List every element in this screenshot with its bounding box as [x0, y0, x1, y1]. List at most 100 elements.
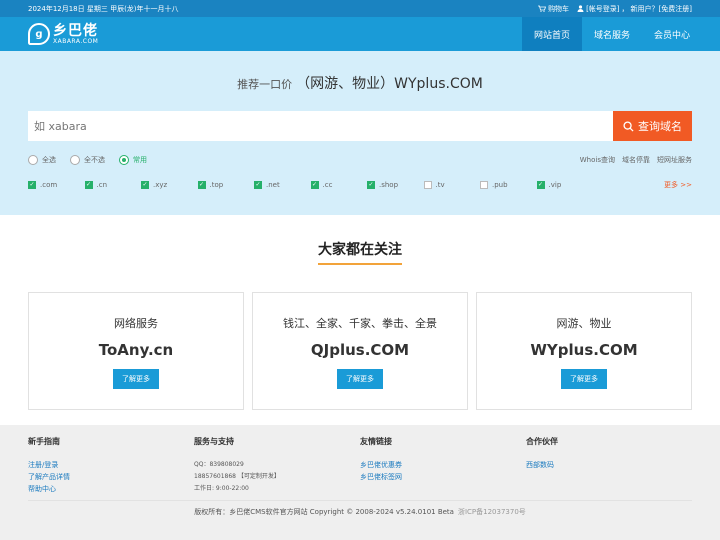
tld-checkbox[interactable]: .pub	[480, 181, 537, 189]
domain-search-input[interactable]	[28, 111, 613, 141]
icp-link[interactable]: 浙ICP备12037370号	[458, 508, 526, 516]
checkmark-icon: ✓	[84, 181, 93, 189]
footer-heading: 新手指南	[28, 437, 60, 446]
logo-icon: ɡ	[28, 23, 50, 45]
footer-link[interactable]: 乡巴佬优惠券	[360, 459, 526, 471]
tld-label: .cc	[322, 181, 333, 189]
checkmark-icon: ✓	[197, 181, 206, 189]
search-button-label: 查询域名	[638, 120, 682, 133]
date-text: 2024年12月18日 星期三 甲辰(龙)年十一月十八	[28, 4, 179, 13]
support-phone: 18857601868 【可定制开发】	[194, 473, 280, 480]
featured-card: 网游、物业 WYplus.COM 了解更多	[476, 292, 692, 410]
radio-label: 全选	[42, 156, 56, 164]
footer-link[interactable]: 注册/登录	[28, 459, 194, 471]
checkmark-icon: ✓	[254, 181, 262, 189]
copyright: 版权所有：乡巴佬CMS软件官方网站 Copyright © 2008-2024 …	[0, 507, 720, 517]
checkmark-icon: ✓	[367, 181, 375, 189]
checkmark-icon: ✓	[28, 181, 36, 189]
logo-text: 乡巴佬	[53, 22, 98, 39]
domain-parking-link[interactable]: 域名停靠	[622, 155, 650, 165]
card-title: 网游、物业	[556, 317, 612, 330]
footer-heading: 友情链接	[360, 437, 392, 446]
card-domain[interactable]: ToAny.cn	[29, 341, 243, 359]
top-bar: 2024年12月18日 星期三 甲辰(龙)年十一月十八 购物车 [帐号登录]， …	[0, 0, 720, 17]
tld-label: .pub	[492, 181, 508, 189]
tld-checkbox[interactable]: ✓ .cn	[84, 181, 142, 189]
tld-label: .shop	[379, 181, 399, 189]
footer-col-partners: 合作伙伴 西部数码	[526, 436, 692, 495]
more-tlds-link[interactable]: 更多 >>	[664, 180, 692, 190]
support-qq: QQ：839808029	[194, 461, 244, 468]
headline-prefix: 推荐一口价	[237, 78, 293, 91]
user-icon	[577, 5, 584, 12]
learn-more-button[interactable]: 了解更多	[561, 369, 607, 389]
featured-card: 网络服务 ToAny.cn 了解更多	[28, 292, 244, 410]
footer: 新手指南 注册/登录 了解产品详情 帮助中心 服务与支持 QQ：83980802…	[0, 425, 720, 540]
checkmark-icon: ✓	[141, 181, 149, 189]
footer-col-guide: 新手指南 注册/登录 了解产品详情 帮助中心	[28, 436, 194, 495]
radio-common[interactable]: 常用	[119, 155, 147, 165]
tld-checkbox[interactable]: ✓ .vip	[536, 181, 594, 189]
nav-member-center[interactable]: 会员中心	[642, 17, 702, 51]
tld-checkbox[interactable]: ✓ .xyz	[141, 181, 198, 189]
card-domain[interactable]: WYplus.COM	[477, 341, 691, 359]
search-hero: 推荐一口价（网游、物业）WYplus.COM 查询域名 全选 全不选 常用 Wh…	[0, 51, 720, 215]
footer-link[interactable]: 乡巴佬标签网	[360, 471, 526, 483]
selection-options: 全选 全不选 常用 Whois查询 域名停靠 短网址服务	[28, 155, 692, 165]
short-url-link[interactable]: 短网址服务	[657, 155, 692, 165]
tld-label: .cn	[96, 181, 108, 189]
learn-more-button[interactable]: 了解更多	[113, 369, 159, 389]
support-hours: 工作日: 9:00-22:00	[194, 485, 249, 492]
featured-card: 钱江、全家、千家、拳击、全景 QJplus.COM 了解更多	[252, 292, 468, 410]
footer-link[interactable]: 帮助中心	[28, 483, 194, 495]
checkmark-icon: ✓	[310, 181, 319, 189]
search-icon	[623, 120, 634, 132]
footer-heading: 服务与支持	[194, 437, 234, 446]
tld-label: .xyz	[153, 181, 168, 189]
nav-domain-service[interactable]: 域名服务	[582, 17, 642, 51]
tld-checkbox[interactable]: .tv	[423, 181, 481, 189]
main-nav: 网站首页 域名服务 会员中心	[522, 17, 702, 51]
checkbox-empty-icon	[480, 181, 488, 189]
site-logo[interactable]: ɡ 乡巴佬 XABARA.COM	[28, 23, 98, 45]
header: ɡ 乡巴佬 XABARA.COM 网站首页 域名服务 会员中心	[0, 17, 720, 51]
radio-select-none[interactable]: 全不选	[70, 155, 105, 165]
radio-label: 常用	[133, 156, 147, 164]
tld-label: .net	[266, 181, 280, 189]
logo-domain: XABARA.COM	[53, 37, 99, 45]
register-link[interactable]: 新用户？[免费注册]	[631, 4, 692, 14]
card-title: 钱江、全家、千家、拳击、全景	[283, 317, 437, 330]
headline-main: （网游、物业）WYplus.COM	[296, 76, 483, 92]
tld-checkbox-list: ✓ .com ✓ .cn ✓ .xyz ✓ .top ✓ .net ✓ .cc ✓ .shop .tv .pu…	[28, 180, 692, 190]
tld-checkbox[interactable]: ✓ .shop	[367, 181, 424, 189]
tld-label: .vip	[548, 181, 562, 189]
tld-label: .tv	[435, 181, 445, 189]
cart-link[interactable]: 购物车	[538, 4, 569, 14]
card-domain[interactable]: QJplus.COM	[253, 341, 467, 359]
card-title: 网络服务	[114, 317, 158, 330]
tld-checkbox[interactable]: ✓ .top	[197, 181, 255, 189]
nav-home[interactable]: 网站首页	[522, 17, 582, 51]
tld-checkbox[interactable]: ✓ .cc	[310, 181, 368, 189]
domain-search-bar: 查询域名	[28, 111, 692, 141]
tld-label: .com	[40, 181, 58, 189]
footer-col-friend-links: 友情链接 乡巴佬优惠券 乡巴佬标签网	[360, 436, 526, 495]
featured-cards: 网络服务 ToAny.cn 了解更多 钱江、全家、千家、拳击、全景 QJplus…	[0, 292, 720, 410]
learn-more-button[interactable]: 了解更多	[337, 369, 383, 389]
tld-checkbox[interactable]: ✓ .net	[254, 181, 311, 189]
footer-link[interactable]: 西部数码	[526, 459, 692, 471]
featured-domain-headline[interactable]: 推荐一口价 （网游、物业）WYplus.COM	[0, 51, 720, 93]
radio-select-all[interactable]: 全选	[28, 155, 56, 165]
radio-label: 全不选	[84, 156, 105, 164]
tld-label: .top	[209, 181, 224, 189]
search-domain-button[interactable]: 查询域名	[613, 111, 692, 141]
copyright-text: 版权所有：乡巴佬CMS软件官方网站 Copyright © 2008-2024 …	[194, 508, 454, 516]
whois-link[interactable]: Whois查询	[580, 155, 615, 165]
footer-link[interactable]: 了解产品详情	[28, 471, 194, 483]
footer-col-support: 服务与支持 QQ：839808029 18857601868 【可定制开发】 工…	[194, 436, 360, 495]
cart-label: 购物车	[548, 4, 570, 13]
footer-heading: 合作伙伴	[526, 437, 558, 446]
tld-checkbox[interactable]: ✓ .com	[28, 181, 85, 189]
section-heading: 大家都在关注	[0, 239, 720, 265]
login-link[interactable]: [帐号登录]	[586, 4, 619, 14]
